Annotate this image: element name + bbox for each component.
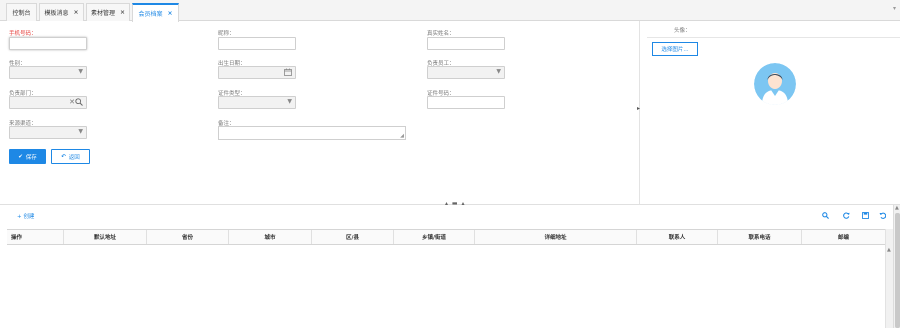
column-header[interactable]: 邮编 [801, 230, 885, 244]
tab-bar: 控制台 模板消息 × 素材管理 × 会员档案 × ▾ [0, 0, 900, 22]
close-icon[interactable]: × [167, 10, 172, 17]
phone-input[interactable] [9, 37, 87, 50]
table-body [7, 245, 885, 328]
divider [647, 37, 900, 38]
create-button[interactable]: + 创建 [17, 212, 34, 220]
back-label: 返回 [68, 154, 80, 161]
table-scrollbar[interactable]: ▲ [885, 229, 893, 328]
save-layout-icon[interactable] [862, 212, 869, 221]
table-header: 操作 默认地址 省份 城市 区/县 乡镇/街道 详细地址 联系人 联系电话 邮编 [7, 229, 885, 245]
close-icon[interactable]: × [73, 9, 78, 16]
tab-console[interactable]: 控制台 [6, 3, 37, 21]
chevron-down-icon: ▼ [496, 68, 501, 75]
save-button[interactable]: ✔ 保存 [9, 149, 46, 164]
refresh-icon[interactable] [843, 212, 850, 221]
scrollbar-thumb[interactable] [895, 213, 900, 328]
id-type-select[interactable]: ▼ [218, 96, 296, 109]
nickname-label: 昵称： [218, 31, 235, 37]
avatar-label: 头像： [674, 28, 691, 34]
tab-label: 控制台 [12, 10, 31, 17]
undo-icon: ↶ [61, 153, 66, 160]
column-header[interactable]: 乡镇/街道 [393, 230, 474, 244]
undo-icon[interactable] [879, 212, 887, 221]
save-label: 保存 [25, 154, 37, 161]
remark-textarea[interactable]: ◢ [218, 126, 406, 140]
id-number-input[interactable] [427, 96, 505, 109]
choose-image-button[interactable]: 选择图片... [652, 42, 698, 56]
search-icon[interactable] [822, 212, 829, 221]
column-header[interactable]: 联系电话 [717, 230, 801, 244]
column-header[interactable]: 默认地址 [63, 230, 146, 244]
birthday-picker[interactable] [218, 66, 296, 79]
column-header[interactable]: 城市 [228, 230, 311, 244]
chevron-down-icon: ▼ [78, 68, 83, 75]
column-header[interactable]: 省份 [146, 230, 228, 244]
back-button[interactable]: ↶ 返回 [51, 149, 90, 164]
calendar-icon[interactable] [284, 68, 292, 78]
close-icon[interactable]: × [120, 9, 125, 16]
chevron-down-icon[interactable]: ▾ [893, 5, 896, 12]
tab-template-messages[interactable]: 模板消息 × [39, 3, 84, 21]
search-icon[interactable] [75, 98, 83, 108]
column-header[interactable]: 区/县 [311, 230, 393, 244]
scroll-up-icon[interactable]: ▲ [895, 205, 899, 211]
realname-input[interactable] [427, 37, 505, 50]
tab-material-management[interactable]: 素材管理 × [86, 3, 130, 21]
nickname-input[interactable] [218, 37, 296, 50]
vertical-splitter[interactable] [639, 21, 640, 205]
source-select[interactable]: ▼ [9, 126, 87, 139]
realname-label: 真实姓名： [427, 31, 455, 37]
gender-select[interactable]: ▼ [9, 66, 87, 79]
resize-grip-icon[interactable]: ◢ [400, 133, 404, 139]
scroll-up-icon[interactable]: ▲ [887, 247, 891, 253]
dept-select[interactable]: ✕ [9, 96, 87, 109]
chevron-down-icon: ▼ [287, 98, 292, 105]
tab-member-profile[interactable]: 会员档案 × [132, 3, 179, 22]
page-scrollbar[interactable]: ▲ [893, 205, 900, 328]
tab-label: 模板消息 [44, 10, 69, 17]
column-header[interactable]: 操作 [7, 230, 63, 244]
tab-label: 会员档案 [138, 11, 163, 18]
check-icon: ✔ [18, 153, 23, 160]
tab-label: 素材管理 [90, 10, 115, 17]
collapse-arrow-icon[interactable]: ▸ [637, 105, 640, 112]
drag-handle-icon[interactable]: ▴ ▬ ▴ [445, 200, 466, 207]
chevron-down-icon: ▼ [78, 128, 83, 135]
avatar-placeholder-icon [754, 63, 796, 105]
staff-select[interactable]: ▼ [427, 66, 505, 79]
column-header[interactable]: 联系人 [636, 230, 717, 244]
column-header[interactable]: 详细地址 [474, 230, 636, 244]
phone-label: 手机号码： [9, 31, 37, 37]
